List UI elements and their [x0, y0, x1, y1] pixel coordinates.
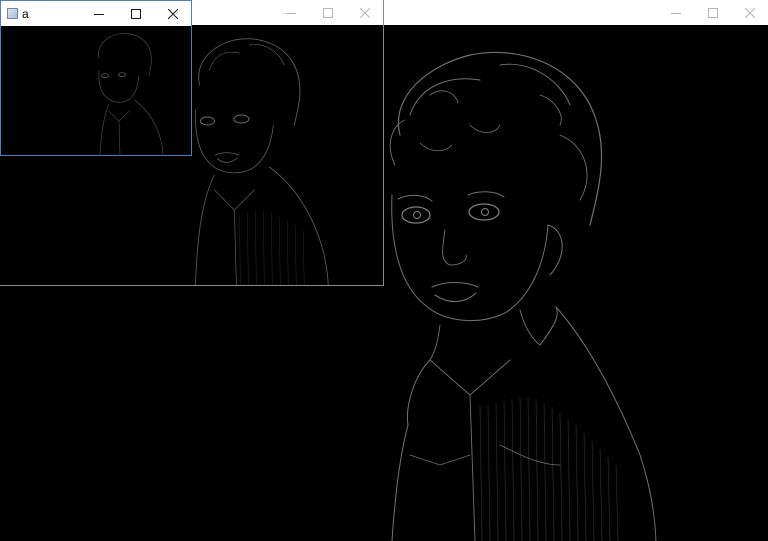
window-small-titlebar[interactable]: a [1, 1, 191, 26]
minimize-icon [670, 12, 681, 14]
minimize-button[interactable] [657, 0, 694, 25]
minimize-button[interactable] [80, 1, 117, 26]
close-button[interactable] [346, 0, 383, 25]
maximize-button[interactable] [694, 0, 731, 25]
maximize-icon [130, 8, 141, 19]
edge-detected-portrait-small [98, 33, 164, 155]
maximize-icon [322, 7, 333, 18]
window-small-controls [80, 1, 191, 26]
close-icon [744, 7, 755, 18]
maximize-button[interactable] [309, 0, 346, 25]
window-small-title: a [22, 6, 29, 21]
window-medium-controls [272, 0, 383, 25]
app-window-icon [7, 8, 18, 19]
window-large-controls [657, 0, 768, 25]
close-button[interactable] [154, 1, 191, 26]
window-small-active[interactable]: a [0, 0, 192, 156]
maximize-button[interactable] [117, 1, 154, 26]
minimize-button[interactable] [272, 0, 309, 25]
close-icon [167, 8, 178, 19]
maximize-icon [707, 7, 718, 18]
close-button[interactable] [731, 0, 768, 25]
window-small-image [1, 26, 191, 155]
close-icon [359, 7, 370, 18]
minimize-icon [285, 12, 296, 14]
minimize-icon [93, 13, 104, 15]
